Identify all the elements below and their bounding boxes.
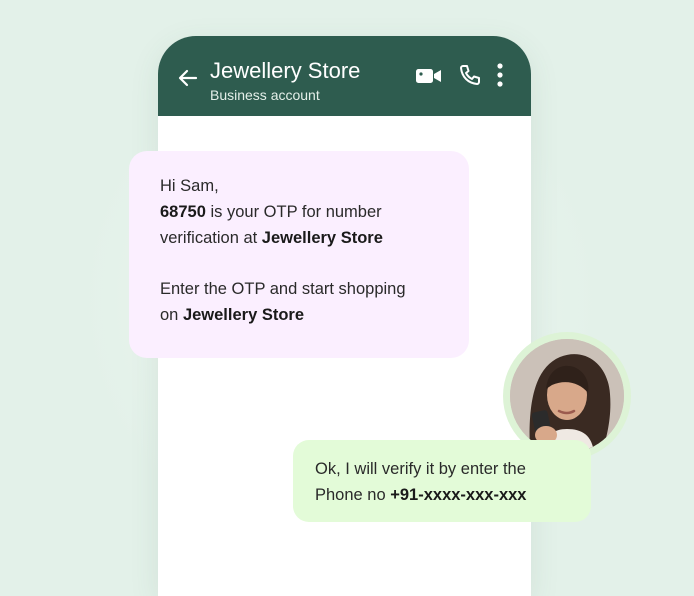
- person-with-phone-icon: [510, 339, 624, 453]
- phone-line: Phone no +91-xxxx-xxx-xxx: [315, 482, 573, 508]
- enter-line: Enter the OTP and start shopping: [160, 280, 406, 298]
- store-name: Jewellery Store: [182, 306, 305, 324]
- on-line: on Jewellery Store: [160, 302, 449, 328]
- otp-code: 68750: [160, 203, 206, 221]
- otp-line: 68750 is your OTP for number: [160, 199, 449, 225]
- greeting-text: Hi Sam,: [160, 177, 219, 195]
- phone-label: Phone no: [315, 486, 391, 504]
- avatar-photo: [510, 339, 624, 453]
- chat-header: Jewellery Store Business account: [158, 36, 531, 116]
- chat-title: Jewellery Store: [210, 58, 361, 83]
- arrow-left-icon: [178, 69, 198, 87]
- outgoing-message-bubble: Ok, I will verify it by enter the Phone …: [293, 440, 591, 522]
- phone-icon: [460, 65, 480, 85]
- on-text: on: [160, 306, 183, 324]
- chat-subtitle: Business account: [210, 87, 320, 103]
- reply-line: Ok, I will verify it by enter the: [315, 460, 526, 478]
- verify-line: verification at Jewellery Store: [160, 225, 449, 251]
- back-button[interactable]: [176, 66, 200, 90]
- verify-text: verification at: [160, 229, 262, 247]
- more-options-button[interactable]: [493, 62, 507, 88]
- store-name: Jewellery Store: [261, 229, 383, 247]
- more-vertical-icon: [497, 63, 503, 87]
- phone-number: +91-xxxx-xxx-xxx: [390, 486, 527, 504]
- video-call-button[interactable]: [415, 64, 443, 88]
- otp-text: is your OTP for number: [205, 203, 382, 221]
- incoming-message-bubble: Hi Sam, 68750 is your OTP for number ver…: [129, 151, 469, 358]
- video-camera-icon: [416, 69, 441, 83]
- voice-call-button[interactable]: [458, 63, 482, 87]
